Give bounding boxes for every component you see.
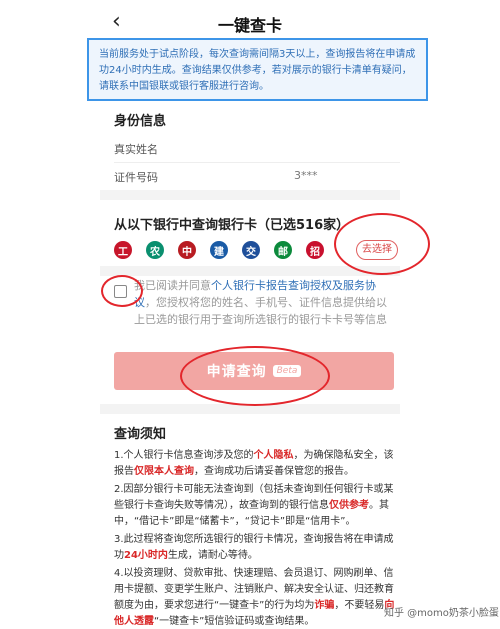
note-highlight: 24小时内: [124, 550, 168, 561]
boc-icon: 中: [178, 241, 196, 259]
section-spacer: [100, 190, 400, 200]
beta-badge: Beta: [272, 365, 302, 377]
row-divider: [114, 162, 400, 163]
note-4: 4.以投资理财、贷款审批、快速理赔、会员退订、网购刷单、信用卡提额、变更学生账户…: [114, 566, 400, 629]
banks-section-title: 从以下银行中查询银行卡（已选516家）: [114, 218, 350, 233]
psbc-icon: 邮: [274, 241, 292, 259]
note-highlight: 仅限本人查询: [134, 466, 194, 477]
consent-checkbox[interactable]: [114, 285, 127, 298]
note-highlight: 仅供参考: [329, 500, 369, 511]
note-highlight: 个人隐私: [253, 450, 294, 461]
note-text: ，查询成功后请妥善保管您的报告。: [194, 466, 354, 477]
consent-prefix: 我已阅读并同意: [134, 279, 211, 292]
consent-suffix: ，您授权将您的姓名、手机号、证件信息提供给以上已选的银行用于查询所选银行的银行卡…: [134, 296, 387, 326]
id-number-label: 证件号码: [114, 171, 158, 184]
bocom-icon: 交: [242, 241, 260, 259]
cmb-icon: 招: [306, 241, 324, 259]
ccb-icon: 建: [210, 241, 228, 259]
note-text: 生成，请耐心等待。: [167, 550, 258, 561]
note-text: “一键查卡”短信验证码或查询结果。: [154, 616, 315, 627]
note-highlight: 诈骗: [314, 600, 335, 611]
icbc-icon: 工: [114, 241, 132, 259]
note-2: 2.因部分银行卡可能无法查询到（包括未查询到任何银行卡或某些银行卡查询失败等情况…: [114, 482, 400, 530]
note-text: ，不要轻易: [334, 600, 385, 611]
notes-title: 查询须知: [114, 427, 167, 442]
select-banks-button[interactable]: 去选择: [356, 240, 398, 260]
section-spacer: [100, 404, 400, 414]
identity-section-title: 身份信息: [114, 114, 167, 129]
page-title: 一键查卡: [217, 16, 282, 35]
apply-query-label: 申请查询: [206, 364, 267, 380]
consent-text: 我已阅读并同意个人银行卡报告查询授权及服务协议，您授权将您的姓名、手机号、证件信…: [134, 277, 396, 328]
id-number-value: 3***: [294, 169, 318, 182]
abc-icon: 农: [146, 241, 164, 259]
watermark: 知乎 @momo奶茶小脸蛋: [384, 608, 499, 619]
apply-query-button[interactable]: 申请查询 Beta: [114, 352, 394, 390]
section-spacer: [100, 266, 400, 276]
service-notice: 当前服务处于试点阶段，每次查询需间隔3天以上，查询报告将在申请成功24小时内生成…: [87, 38, 428, 101]
note-1: 1.个人银行卡信息查询涉及您的个人隐私，为确保隐私安全，该报告仅限本人查询，查询…: [114, 448, 400, 480]
real-name-label: 真实姓名: [114, 143, 158, 156]
note-3: 3.此过程将查询您所选银行的银行卡情况，查询报告将在申请成功24小时内生成，请耐…: [114, 532, 400, 564]
note-text: 1.个人银行卡信息查询涉及您的: [114, 450, 254, 461]
